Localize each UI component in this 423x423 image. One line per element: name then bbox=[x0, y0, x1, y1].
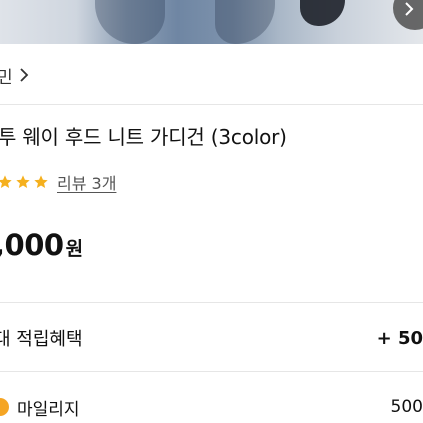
image-shadow bbox=[95, 0, 165, 44]
mileage-row: 마일리지 500 bbox=[0, 392, 423, 422]
review-count-link[interactable]: 리뷰 3개 bbox=[57, 170, 116, 194]
image-shadow bbox=[300, 0, 345, 26]
star-icon bbox=[16, 175, 30, 188]
chevron-right-icon bbox=[405, 2, 414, 16]
rating-row: 리뷰 3개 bbox=[0, 170, 116, 194]
image-next-button[interactable] bbox=[393, 0, 423, 30]
divider bbox=[0, 104, 423, 105]
coin-icon bbox=[0, 398, 9, 416]
divider bbox=[0, 371, 423, 372]
chevron-right-icon bbox=[20, 68, 28, 82]
price-unit: 원 bbox=[65, 238, 84, 260]
divider bbox=[0, 302, 423, 303]
mileage-value: 500 bbox=[390, 397, 423, 417]
mileage-label-group: 마일리지 bbox=[0, 395, 80, 420]
image-shadow bbox=[215, 0, 275, 44]
max-points-value: + 50 bbox=[376, 327, 423, 349]
product-title: 투 웨이 후드 니트 가디건 (3color) bbox=[0, 125, 287, 149]
brand-name: 민 bbox=[0, 67, 13, 88]
price: ,000 원 bbox=[0, 228, 83, 262]
star-icon bbox=[34, 175, 48, 188]
star-icon bbox=[0, 175, 12, 188]
brand-link[interactable]: 민 bbox=[0, 60, 29, 90]
rating-stars bbox=[0, 174, 49, 190]
mileage-label: 마일리지 bbox=[17, 399, 80, 420]
max-points-label: 대 적립혜택 bbox=[0, 329, 83, 350]
max-points-row[interactable]: 대 적립혜택 + 50 bbox=[0, 323, 423, 353]
product-detail-screen: 민 투 웨이 후드 니트 가디건 (3color) 리뷰 3개 ,000 원 대… bbox=[0, 0, 423, 423]
product-image[interactable] bbox=[0, 0, 423, 44]
price-amount: ,000 bbox=[0, 228, 64, 262]
